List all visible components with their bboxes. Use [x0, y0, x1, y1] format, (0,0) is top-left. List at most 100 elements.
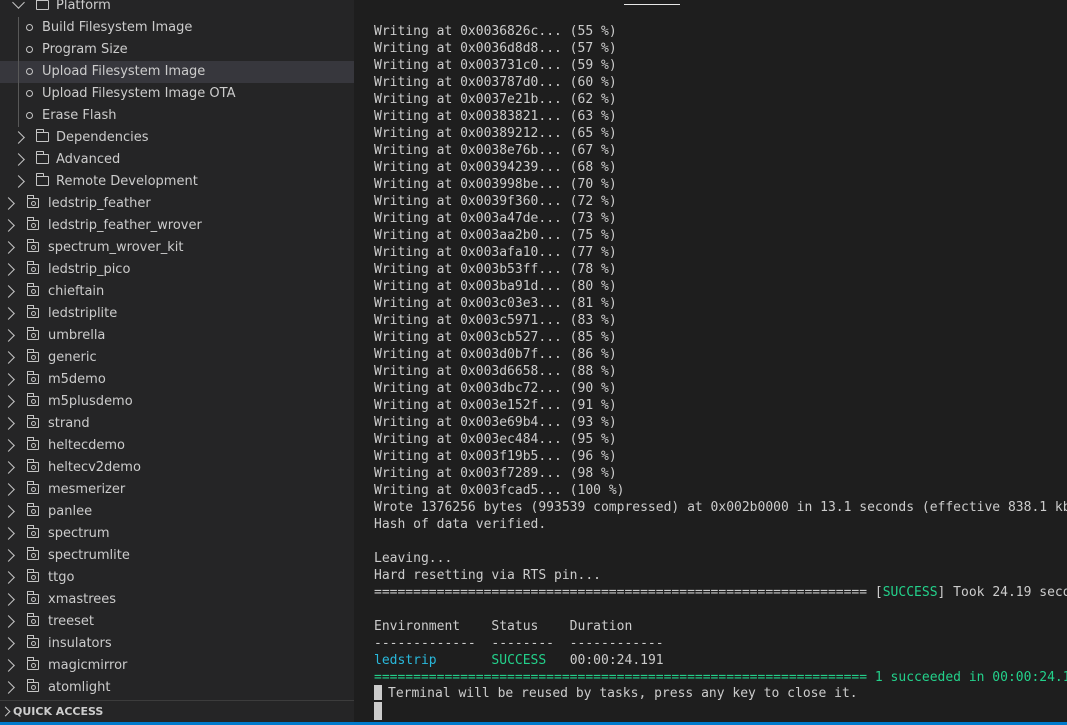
environment-item[interactable]: ttgo [0, 567, 354, 589]
environment-folder-icon [27, 239, 39, 252]
write-address: 0x003afa10 [460, 245, 539, 260]
write-prefix: Writing at [374, 41, 461, 56]
environment-folder-icon [27, 371, 39, 384]
terminal-reuse-message: Terminal will be reused by tasks, press … [374, 685, 858, 702]
write-prefix: Writing at [374, 109, 461, 124]
environment-item[interactable]: mesmerizer [0, 479, 354, 501]
environment-item[interactable]: ledstrip_pico [0, 259, 354, 281]
write-address: 0x0037e21b [460, 92, 539, 107]
tree-subfolder[interactable]: Advanced [0, 149, 354, 171]
write-percent: 100 [577, 483, 601, 498]
environment-item[interactable]: panlee [0, 501, 354, 523]
task-circle-icon [26, 24, 33, 31]
environment-item[interactable]: ledstrip_feather_wrover [0, 215, 354, 237]
environment-label: spectrumlite [48, 548, 130, 563]
cursor-icon [374, 685, 382, 700]
write-percent: 78 [577, 262, 594, 277]
result-duration: 00:00:24.191 [569, 653, 664, 668]
environment-folder-icon [27, 547, 39, 560]
environment-item[interactable]: ledstrip_feather [0, 193, 354, 215]
environment-item[interactable]: m5demo [0, 369, 354, 391]
task-item[interactable]: Upload Filesystem Image [0, 61, 354, 83]
write-progress-line: Writing at 0x00389212... (65 %) [374, 126, 617, 141]
folder-icon [36, 0, 49, 10]
environment-item[interactable]: generic [0, 347, 354, 369]
task-circle-icon [26, 112, 33, 119]
task-item[interactable]: Program Size [0, 39, 354, 61]
write-prefix: Writing at [374, 432, 461, 447]
environment-folder-icon [27, 481, 39, 494]
write-prefix: Writing at [374, 398, 461, 413]
environment-item[interactable]: treeset [0, 611, 354, 633]
environment-label: ledstrip_feather_wrover [48, 218, 202, 233]
write-percent: 91 [577, 398, 594, 413]
environment-folder-icon [27, 195, 39, 208]
environment-item[interactable]: ledstriplite [0, 303, 354, 325]
chevron-right-icon [2, 571, 15, 584]
write-progress-line: Writing at 0x003787d0... (60 %) [374, 75, 617, 90]
write-progress-line: Writing at 0x00383821... (63 %) [374, 109, 617, 124]
chevron-right-icon [2, 307, 15, 320]
write-progress-line: Writing at 0x003fcad5... (100 %) [374, 483, 625, 498]
environment-item[interactable]: heltecv2demo [0, 457, 354, 479]
folder-icon [36, 129, 49, 142]
environment-item[interactable]: umbrella [0, 325, 354, 347]
environment-folder-icon [27, 217, 39, 230]
write-prefix: Writing at [374, 58, 461, 73]
environment-item[interactable]: spectrum_wrover_kit [0, 237, 354, 259]
task-label: Upload Filesystem Image OTA [42, 86, 236, 101]
success-line-prefix: ========================================… [374, 585, 883, 600]
environment-folder-icon [27, 591, 39, 604]
task-item[interactable]: Upload Filesystem Image OTA [0, 83, 354, 105]
environment-item[interactable]: xmastrees [0, 589, 354, 611]
tree-subfolder[interactable]: Dependencies [0, 127, 354, 149]
task-item[interactable]: Build Filesystem Image [0, 17, 354, 39]
environment-label: strand [48, 416, 90, 431]
results-table-row: ledstrip SUCCESS 00:00:24.191 [374, 652, 1067, 669]
environment-folder-icon [27, 635, 39, 648]
write-address: 0x003f7289 [460, 466, 539, 481]
environment-folder-icon [27, 305, 39, 318]
write-address: 0x0036d8d8 [460, 41, 539, 56]
folder-label: Dependencies [56, 130, 149, 145]
environment-label: ledstriplite [48, 306, 118, 321]
write-address: 0x0038e76b [460, 143, 539, 158]
environment-label: heltecdemo [48, 438, 125, 453]
write-progress-line: Writing at 0x003dbc72... (90 %) [374, 381, 617, 396]
chevron-right-icon [2, 505, 15, 518]
task-item[interactable]: Erase Flash [0, 105, 354, 127]
write-progress-line: Writing at 0x003d0b7f... (86 %) [374, 347, 617, 362]
folder-icon [36, 151, 49, 164]
write-percent: 96 [577, 449, 594, 464]
quick-access-section-header[interactable]: QUICK ACCESS [0, 700, 354, 723]
environment-item[interactable]: spectrum [0, 523, 354, 545]
chevron-right-icon [2, 373, 15, 386]
environment-item[interactable]: m5plusdemo [0, 391, 354, 413]
environment-item[interactable]: chieftain [0, 281, 354, 303]
tree-subfolder[interactable]: Remote Development [0, 171, 354, 193]
write-address: 0x003d6658 [460, 364, 539, 379]
tree-folder-platform[interactable]: Platform [0, 0, 354, 17]
write-address: 0x003c03e3 [460, 296, 539, 311]
chevron-right-icon [2, 219, 15, 232]
write-percent: 95 [577, 432, 594, 447]
environment-item[interactable]: atomlight [0, 677, 354, 699]
write-address: 0x003d0b7f [460, 347, 539, 362]
environment-label: atomlight [48, 680, 111, 695]
write-address: 0x003a47de [460, 211, 539, 226]
folder-label: Platform [56, 0, 111, 13]
success-line: ========================================… [374, 584, 1067, 601]
environment-item[interactable]: heltecdemo [0, 435, 354, 457]
terminal-panel[interactable]: Writing at 0x0036826c... (55 %) Writing a… [354, 0, 1067, 722]
environment-label: m5demo [48, 372, 106, 387]
write-address: 0x003e69b4 [460, 415, 539, 430]
environment-folder-icon [27, 569, 39, 582]
environment-item[interactable]: magicmirror [0, 655, 354, 677]
environment-item[interactable]: spectrumlite [0, 545, 354, 567]
environment-folder-icon [27, 525, 39, 538]
indent-guide [18, 39, 19, 61]
environment-label: chieftain [48, 284, 105, 299]
environment-item[interactable]: insulators [0, 633, 354, 655]
environment-item[interactable]: strand [0, 413, 354, 435]
